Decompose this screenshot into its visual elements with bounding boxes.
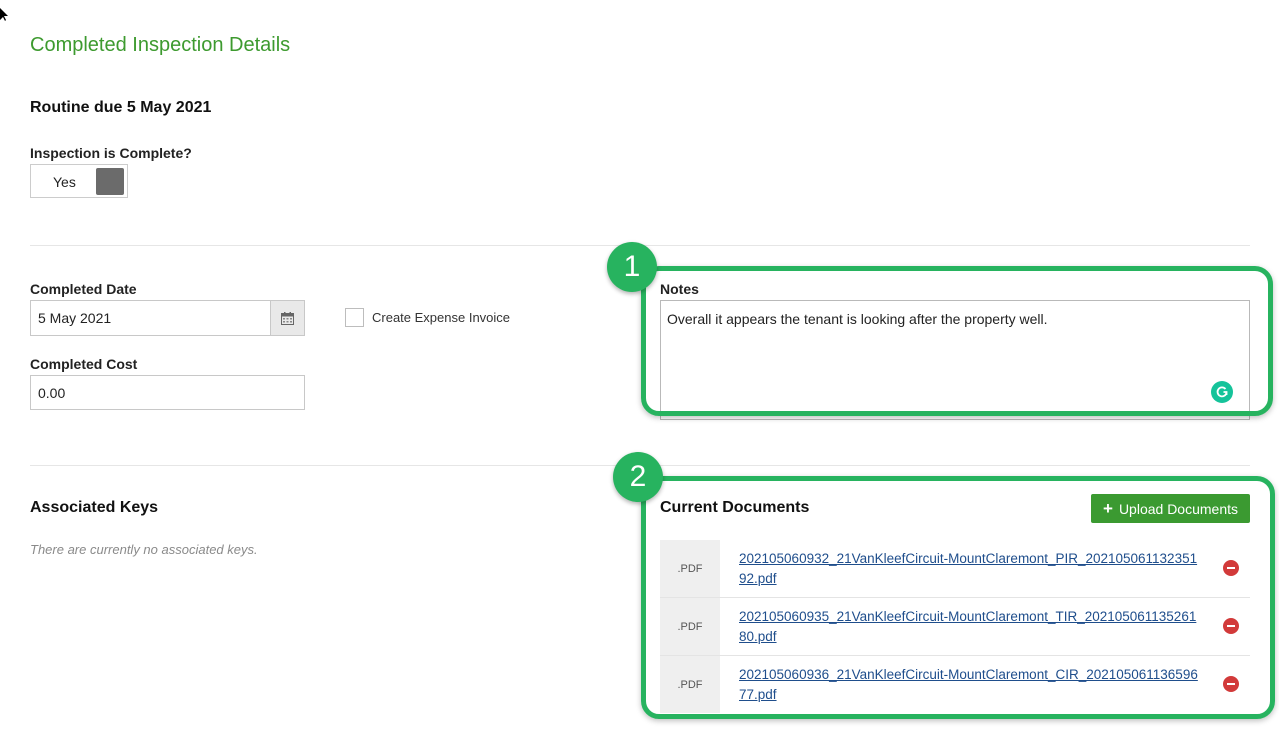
associated-keys-empty-text: There are currently no associated keys. xyxy=(30,542,258,557)
create-expense-invoice-label: Create Expense Invoice xyxy=(372,310,511,325)
toggle-knob[interactable] xyxy=(96,168,124,195)
completed-cost-label: Completed Cost xyxy=(30,356,138,372)
completed-cost-input[interactable]: 0.00 xyxy=(30,375,305,410)
inspection-complete-toggle[interactable]: Yes xyxy=(30,164,128,198)
calendar-icon xyxy=(281,311,294,325)
callout-highlight-notes xyxy=(641,266,1273,416)
callout-badge-2: 2 xyxy=(613,452,663,502)
inspection-complete-label: Inspection is Complete? xyxy=(30,145,192,161)
page-title: Completed Inspection Details xyxy=(30,34,291,56)
completed-date-input[interactable]: 5 May 2021 xyxy=(30,300,271,336)
callout-badge-1: 1 xyxy=(607,242,657,292)
callout-highlight-documents xyxy=(641,476,1275,719)
completed-date-label: Completed Date xyxy=(30,281,137,297)
section-title: Routine due 5 May 2021 xyxy=(30,99,212,116)
associated-keys-title: Associated Keys xyxy=(30,499,159,516)
calendar-button[interactable] xyxy=(270,300,305,336)
toggle-value: Yes xyxy=(53,174,76,190)
mouse-cursor-icon xyxy=(0,8,8,21)
create-expense-invoice-checkbox[interactable] xyxy=(345,308,364,327)
